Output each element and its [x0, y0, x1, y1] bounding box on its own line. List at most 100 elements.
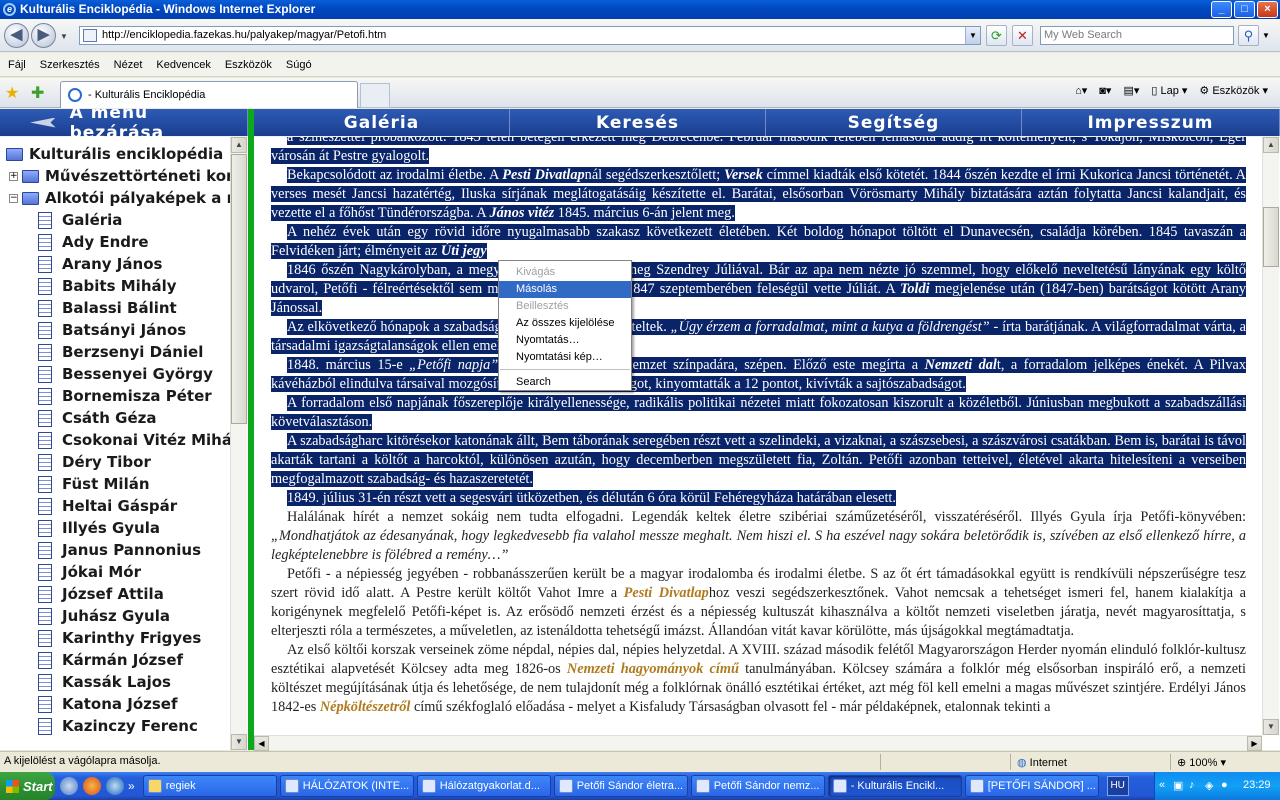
scroll-thumb[interactable] — [231, 154, 247, 424]
refresh-button[interactable]: ⟳ — [986, 25, 1007, 46]
tree-item[interactable]: József Attila — [38, 583, 164, 605]
tree-item[interactable]: Berzsenyi Dániel — [38, 341, 203, 363]
ctx-print-preview[interactable]: Nyomtatási kép… — [499, 349, 631, 366]
tree-root[interactable]: Kulturális enciklopédia — [6, 143, 223, 165]
scroll-down-arrow[interactable]: ▼ — [231, 734, 247, 750]
ctx-copy[interactable]: Másolás — [499, 281, 631, 298]
link-nepkolteszetrol[interactable]: Népköltészetről — [320, 699, 411, 715]
scroll-up-arrow[interactable]: ▲ — [231, 137, 247, 153]
quicklaunch-firefox-icon[interactable] — [83, 777, 101, 795]
scroll-down-arrow[interactable]: ▼ — [1263, 719, 1279, 735]
scroll-up-arrow[interactable]: ▲ — [1263, 137, 1279, 153]
tree-item[interactable]: Juhász Gyula — [38, 605, 170, 627]
tray-expand-icon[interactable]: « — [1159, 779, 1165, 791]
maximize-button[interactable]: □ — [1234, 1, 1255, 18]
menu-view[interactable]: Nézet — [114, 59, 143, 71]
stop-button[interactable]: ✕ — [1012, 25, 1033, 46]
quicklaunch-ie-icon[interactable] — [106, 777, 124, 795]
task-halozatgyakorlat[interactable]: Hálózatgyakorlat.d... — [416, 775, 551, 797]
task-kulturalis[interactable]: - Kulturális Encikl... — [827, 775, 962, 797]
page-menu[interactable]: ▯ Lap ▾ — [1151, 84, 1187, 97]
tree-item[interactable]: Jókai Mór — [38, 561, 141, 583]
tree-item[interactable]: Janus Pannonius — [38, 539, 201, 561]
nav-help[interactable]: Segítség — [766, 109, 1022, 136]
close-menu-button[interactable]: A menü bezárása — [0, 103, 248, 143]
new-tab-button[interactable] — [360, 83, 390, 108]
tree-art-history[interactable]: + Művészettörténeti korsz — [9, 165, 230, 187]
ctx-select-all[interactable]: Az összes kijelölése — [499, 315, 631, 332]
tree-item[interactable]: Kazinczy Ferenc — [38, 715, 198, 737]
tree-item[interactable]: Arany János — [38, 253, 162, 275]
tree-careers[interactable]: − Alkotói pályaképek a ma — [9, 187, 230, 209]
tree-item[interactable]: Csokonai Vitéz Mihály — [38, 429, 230, 451]
tree-item[interactable]: Csáth Géza — [38, 407, 156, 429]
start-button[interactable]: Start — [0, 772, 55, 800]
task-petofi-eletrajz[interactable]: Petőfi Sándor életra... — [553, 775, 688, 797]
tree-item[interactable]: Babits Mihály — [38, 275, 177, 297]
collapse-icon[interactable]: − — [9, 193, 18, 203]
tree-item[interactable]: Heltai Gáspár — [38, 495, 177, 517]
quicklaunch-more-icon[interactable]: » — [128, 779, 135, 793]
tree-item[interactable]: Kassák Lajos — [38, 671, 171, 693]
menu-file[interactable]: Fájl — [8, 59, 26, 71]
tools-menu[interactable]: ⚙ Eszközök ▾ — [1199, 84, 1268, 97]
minimize-button[interactable]: _ — [1211, 1, 1232, 18]
favorites-star-icon[interactable]: ★ — [5, 83, 19, 103]
ctx-search[interactable]: Search — [499, 374, 631, 391]
home-icon[interactable]: ⌂▾ — [1075, 84, 1087, 97]
nav-impressum[interactable]: Impresszum — [1022, 109, 1280, 136]
article-scrollbar[interactable]: ▲ ▼ — [1262, 137, 1279, 735]
add-favorite-icon[interactable]: ✚ — [31, 83, 44, 103]
zoom-pane[interactable]: ⊕ 100% ▾ — [1170, 754, 1280, 770]
ctx-print[interactable]: Nyomtatás… — [499, 332, 631, 349]
expand-icon[interactable]: + — [9, 171, 18, 181]
tree-item[interactable]: Balassi Bálint — [38, 297, 177, 319]
language-indicator[interactable]: HU — [1106, 776, 1129, 796]
tree-item[interactable]: Illyés Gyula — [38, 517, 160, 539]
scroll-thumb[interactable] — [1263, 207, 1279, 267]
history-dropdown-icon[interactable]: ▼ — [60, 32, 68, 41]
tray-volume-icon[interactable]: ♪ — [1189, 779, 1195, 791]
link-pesti-divatlap[interactable]: Pesti Divatlap — [624, 585, 709, 601]
menu-tools[interactable]: Eszközök — [225, 59, 272, 71]
task-petofi-nemzeti[interactable]: Petőfi Sándor nemz... — [690, 775, 825, 797]
sidebar-scrollbar[interactable]: ▲ ▼ — [230, 137, 247, 750]
close-button[interactable]: × — [1257, 1, 1278, 18]
tree-item[interactable]: Karinthy Frigyes — [38, 627, 201, 649]
address-bar[interactable]: http://enciklopedia.fazekas.hu/palyakep/… — [79, 26, 981, 45]
menu-edit[interactable]: Szerkesztés — [40, 59, 100, 71]
article-hscrollbar[interactable]: ◀ ▶ — [254, 735, 1262, 751]
scroll-left-arrow[interactable]: ◀ — [254, 736, 269, 751]
link-nemzeti-hagyomanyok[interactable]: Nemzeti hagyományok című — [567, 661, 739, 677]
print-icon[interactable]: ▤▾ — [1123, 84, 1139, 97]
task-petofi-sandor[interactable]: [PETŐFI SÁNDOR] ... — [964, 775, 1099, 797]
forward-button[interactable]: ▶ — [31, 23, 56, 48]
nav-search[interactable]: Keresés — [510, 109, 766, 136]
tree-item[interactable]: Füst Milán — [38, 473, 150, 495]
feeds-icon[interactable]: ◙▾ — [1099, 84, 1111, 97]
tree-item[interactable]: Kármán József — [38, 649, 183, 671]
task-regiek[interactable]: regiek — [142, 775, 277, 797]
tree-item[interactable]: Galéria — [38, 209, 122, 231]
back-button[interactable]: ◀ — [4, 23, 29, 48]
tree-item[interactable]: Batsányi János — [38, 319, 186, 341]
tray-app-icon[interactable]: ● — [1221, 779, 1228, 791]
nav-gallery[interactable]: Galéria — [254, 109, 510, 136]
clock[interactable]: 23:29 — [1243, 779, 1271, 791]
search-options-icon[interactable]: ▼ — [1262, 31, 1270, 40]
tray-network-icon[interactable]: ▣ — [1173, 779, 1183, 792]
menu-favorites[interactable]: Kedvencek — [156, 59, 210, 71]
tree-item[interactable]: Bornemisza Péter — [38, 385, 212, 407]
tree-item[interactable]: Katona József — [38, 693, 178, 715]
tree-item[interactable]: Bessenyei György — [38, 363, 213, 385]
tray-security-icon[interactable]: ◈ — [1205, 779, 1213, 792]
tree-item[interactable]: Déry Tibor — [38, 451, 151, 473]
quicklaunch-desktop-icon[interactable] — [60, 777, 78, 795]
address-dropdown-icon[interactable]: ▼ — [965, 27, 980, 44]
search-go-button[interactable]: ⚲ — [1238, 25, 1259, 46]
tree-item[interactable]: Ady Endre — [38, 231, 149, 253]
task-halozatok[interactable]: HÁLÓZATOK (INTE... — [279, 775, 414, 797]
menu-help[interactable]: Súgó — [286, 59, 312, 71]
scroll-right-arrow[interactable]: ▶ — [1247, 736, 1262, 751]
search-input[interactable]: My Web Search — [1040, 26, 1234, 45]
